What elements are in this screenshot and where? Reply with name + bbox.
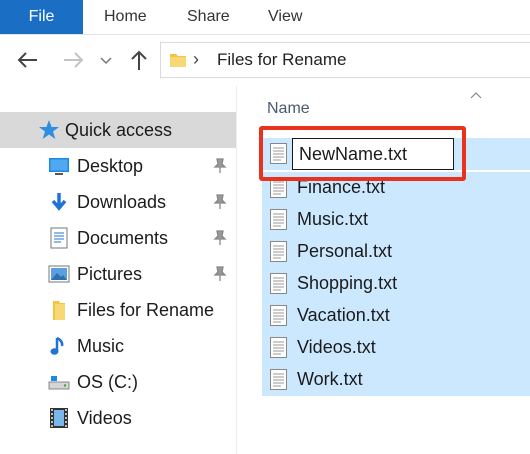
tab-file[interactable]: File <box>0 0 83 34</box>
chevron-right-icon[interactable]: › <box>193 49 199 70</box>
sidebar-item-label: Quick access <box>65 120 173 140</box>
file-row[interactable]: Work.txt <box>262 364 530 396</box>
tab-view[interactable]: View <box>268 0 302 34</box>
file-name: Work.txt <box>297 369 363 389</box>
text-file-icon <box>270 337 287 358</box>
pin-icon[interactable] <box>213 194 227 210</box>
file-name: Videos.txt <box>297 337 376 357</box>
up-button[interactable] <box>126 47 152 73</box>
sidebar-item-label: Files for Rename <box>77 300 215 320</box>
folder-icon <box>169 51 187 74</box>
forward-button[interactable] <box>60 47 86 73</box>
tab-share[interactable]: Share <box>187 0 230 34</box>
sort-ascending-icon[interactable] <box>470 86 482 104</box>
pin-icon[interactable] <box>213 230 227 246</box>
text-file-icon <box>270 369 287 390</box>
sidebar-item-pictures[interactable]: Pictures <box>0 256 236 292</box>
back-arrow-icon <box>17 52 37 68</box>
text-file-icon <box>270 305 287 326</box>
back-button[interactable] <box>15 47 41 73</box>
file-name: Shopping.txt <box>297 273 398 293</box>
sidebar-item-label: Downloads <box>77 192 167 212</box>
sidebar-item-quick-access[interactable]: Quick access <box>0 112 236 148</box>
sidebar-item-videos[interactable]: Videos <box>0 400 236 436</box>
sidebar-item-label: Documents <box>77 228 169 248</box>
sidebar-item-documents[interactable]: Documents <box>0 220 236 256</box>
text-file-icon <box>270 241 287 262</box>
sidebar-item-label: OS (C:) <box>77 372 138 392</box>
ribbon: File Home Share View <box>0 0 530 35</box>
pictures-icon <box>48 263 70 285</box>
film-icon <box>48 407 70 429</box>
music-note-icon <box>48 335 70 357</box>
drive-icon <box>48 371 70 393</box>
file-row[interactable]: Personal.txt <box>262 236 530 268</box>
sidebar-item-files-for-rename[interactable]: Files for Rename <box>0 292 236 328</box>
file-name: Music.txt <box>297 209 369 229</box>
sidebar-item-downloads[interactable]: Downloads <box>0 184 236 220</box>
file-row[interactable]: Vacation.txt <box>262 300 530 332</box>
download-arrow-icon <box>48 191 70 213</box>
sidebar-item-desktop[interactable]: Desktop <box>0 148 236 184</box>
file-name: Personal.txt <box>297 241 393 261</box>
column-header-name[interactable]: Name <box>267 100 310 118</box>
pin-icon[interactable] <box>213 266 227 282</box>
tab-home[interactable]: Home <box>104 0 147 34</box>
text-file-icon <box>270 273 287 294</box>
chevron-down-icon <box>100 57 112 65</box>
address-bar[interactable]: › Files for Rename <box>160 42 530 78</box>
sidebar-item-music[interactable]: Music <box>0 328 236 364</box>
navigation-bar: › Files for Rename <box>0 35 530 85</box>
sidebar-item-os-drive[interactable]: OS (C:) <box>0 364 236 400</box>
address-path[interactable]: Files for Rename <box>217 50 346 70</box>
sidebar-item-label: Music <box>77 336 125 356</box>
forward-arrow-icon <box>64 52 84 68</box>
sidebar-item-label: Videos <box>77 408 132 428</box>
desktop-icon <box>48 155 70 177</box>
navigation-pane: Quick access Desktop Downloads Documents <box>0 86 237 454</box>
file-list-pane: Name NewName.txt Finance.txt Music.txt P… <box>237 86 530 454</box>
document-icon <box>48 227 70 249</box>
up-arrow-icon <box>131 50 147 70</box>
star-icon <box>38 119 60 146</box>
dropdown-recent-button[interactable] <box>99 47 125 73</box>
sidebar-item-label: Pictures <box>77 264 143 284</box>
file-row[interactable]: Videos.txt <box>262 332 530 364</box>
pin-icon[interactable] <box>213 158 227 174</box>
file-row[interactable]: Shopping.txt <box>262 268 530 300</box>
file-name: Vacation.txt <box>297 305 390 325</box>
text-file-icon <box>270 209 287 230</box>
file-row[interactable]: Music.txt <box>262 204 530 236</box>
rename-highlight-frame <box>259 126 466 181</box>
sidebar-item-label: Desktop <box>77 156 144 176</box>
folder-icon <box>48 299 70 321</box>
